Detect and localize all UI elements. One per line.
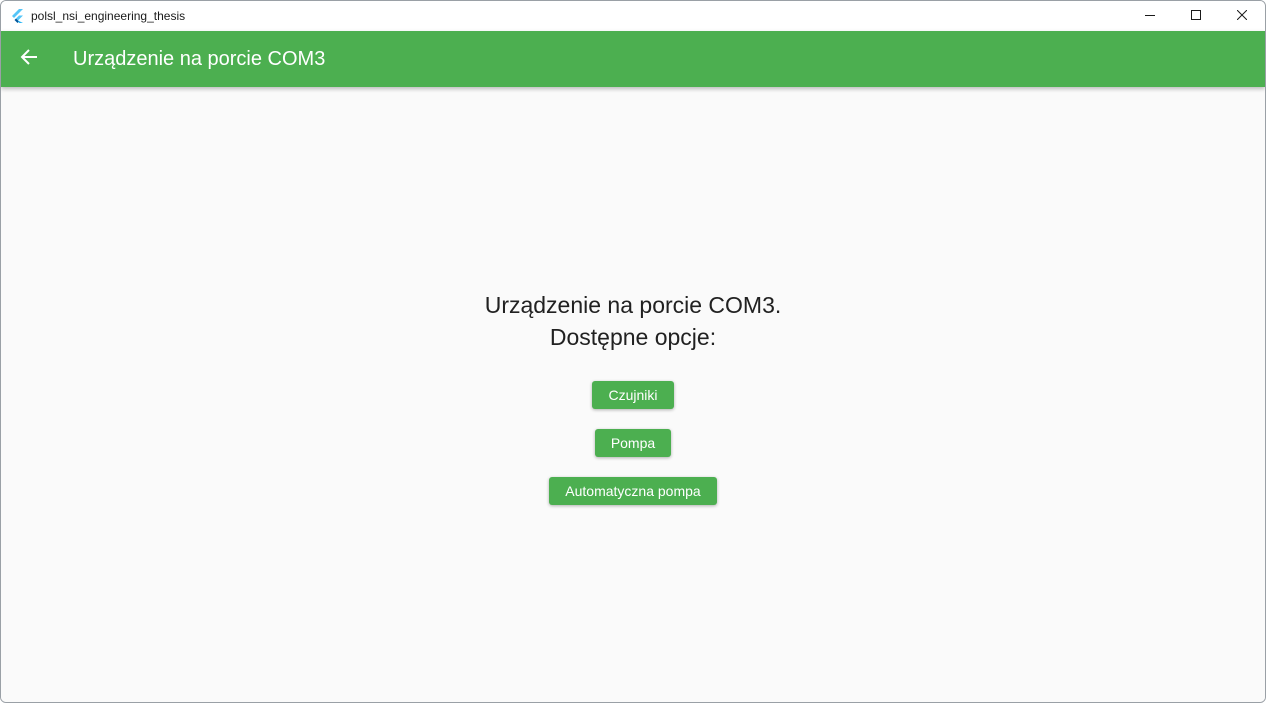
options-panel: Urządzenie na porcie COM3. Dostępne opcj… bbox=[1, 289, 1265, 505]
arrow-back-icon bbox=[20, 48, 38, 71]
minimize-button[interactable] bbox=[1127, 1, 1173, 31]
automatic-pump-button[interactable]: Automatyczna pompa bbox=[549, 477, 717, 505]
sensors-button[interactable]: Czujniki bbox=[592, 381, 674, 409]
window-titlebar[interactable]: polsl_nsi_engineering_thesis bbox=[1, 1, 1265, 31]
close-icon bbox=[1236, 7, 1248, 25]
main-content: Urządzenie na porcie COM3. Dostępne opcj… bbox=[1, 87, 1265, 702]
app-window: polsl_nsi_engineering_thesis Urządzenie … bbox=[0, 0, 1266, 703]
back-button[interactable] bbox=[1, 31, 57, 87]
options-heading: Dostępne opcje: bbox=[549, 324, 717, 350]
window-title: polsl_nsi_engineering_thesis bbox=[31, 9, 186, 23]
flutter-icon bbox=[11, 9, 25, 23]
close-button[interactable] bbox=[1219, 1, 1265, 31]
maximize-icon bbox=[1191, 7, 1201, 25]
device-heading: Urządzenie na porcie COM3. bbox=[484, 292, 782, 318]
pump-button[interactable]: Pompa bbox=[594, 429, 672, 457]
page-title: Urządzenie na porcie COM3 bbox=[73, 47, 326, 70]
window-controls bbox=[1127, 1, 1265, 31]
app-bar: Urządzenie na porcie COM3 bbox=[1, 31, 1265, 87]
minimize-icon bbox=[1145, 7, 1155, 25]
maximize-button[interactable] bbox=[1173, 1, 1219, 31]
